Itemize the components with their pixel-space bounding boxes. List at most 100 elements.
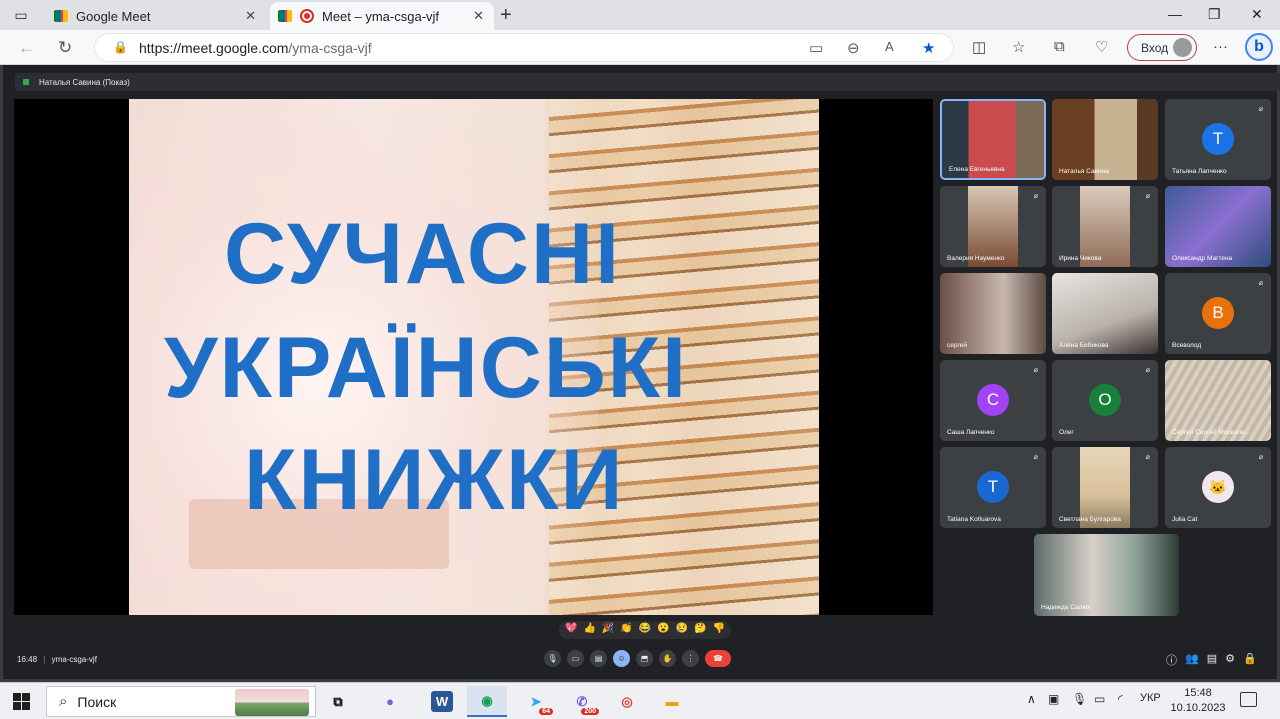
- lock-icon: 🔒: [113, 40, 128, 54]
- task-view-icon[interactable]: ⧉: [318, 686, 358, 717]
- camera-icon[interactable]: ▭: [567, 650, 584, 667]
- participant-tile[interactable]: ⌀ Олександр Магтена: [1165, 186, 1271, 267]
- participant-tile[interactable]: Елена Евгеньевна: [940, 99, 1046, 180]
- avatar: T: [1202, 123, 1234, 155]
- participant-tile[interactable]: ⌀ Светлана Булгарова: [1052, 447, 1158, 528]
- participant-tile[interactable]: ⌀ T Татьяна Лапченко: [1165, 99, 1271, 180]
- telegram-icon[interactable]: ➤ 64: [516, 686, 556, 717]
- present-screen-icon[interactable]: ⬒: [636, 650, 653, 667]
- host-controls-icon[interactable]: 🔒: [1243, 652, 1257, 668]
- participant-tile[interactable]: ⌀ 🐱 Julia Cat: [1165, 447, 1271, 528]
- tab-meet-active[interactable]: Meet – yma-csga-vjf ✕: [270, 2, 494, 30]
- emoji-reactions-icon[interactable]: ☺: [613, 650, 630, 667]
- cat-avatar-icon: 🐱: [1202, 471, 1234, 503]
- word-icon[interactable]: W: [422, 686, 462, 717]
- raise-hand-icon[interactable]: ✋: [659, 650, 676, 667]
- participant-tile[interactable]: ⌀ Алёна Бибикова: [1052, 273, 1158, 354]
- tab-google-meet[interactable]: Google Meet ✕: [46, 2, 266, 30]
- google-meet-favicon-icon: [54, 10, 68, 22]
- microphone-tray-icon[interactable]: 🎙: [1072, 692, 1087, 706]
- slide-title-line-1: СУЧАСНІ: [224, 206, 621, 302]
- file-explorer-icon[interactable]: ▬: [652, 686, 692, 717]
- browser-essentials-icon[interactable]: ♡: [1095, 38, 1108, 56]
- avatar: B: [1202, 297, 1234, 329]
- system-clock[interactable]: 15:48 10.10.2023: [1168, 686, 1228, 716]
- microphone-icon[interactable]: 🎙: [544, 650, 561, 667]
- mic-off-icon: ⌀: [1145, 454, 1150, 461]
- profile-avatar-icon: [1173, 38, 1192, 57]
- search-highlight-image: [235, 689, 309, 716]
- language-indicator[interactable]: УКР: [1140, 692, 1161, 704]
- mic-off-icon: ⌀: [1033, 454, 1038, 461]
- chrome-icon[interactable]: ◎: [607, 686, 647, 717]
- slide-title-line-2: УКРАЇНСЬКІ: [164, 320, 689, 416]
- url-text[interactable]: https://meet.google.com/yma-csga-vjf: [139, 40, 372, 56]
- more-options-icon[interactable]: ⋮: [682, 650, 699, 667]
- collections-icon[interactable]: ⧉: [1054, 38, 1065, 55]
- participant-tile[interactable]: ⌀ Ирина Чикова: [1052, 186, 1158, 267]
- tab-title: Meet – yma-csga-vjf: [322, 8, 440, 24]
- split-screen-icon[interactable]: ◫: [972, 38, 986, 56]
- participant-tile[interactable]: ⌀ O Олег: [1052, 360, 1158, 441]
- windows-start-icon[interactable]: [13, 693, 30, 710]
- favorite-star-icon[interactable]: ★: [922, 39, 935, 57]
- reaction-heart[interactable]: 💖: [565, 623, 577, 637]
- participant-tile[interactable]: ⌀ T Tatiana Kotluarova: [940, 447, 1046, 528]
- participant-tile[interactable]: Надежда Салюк: [1034, 534, 1179, 616]
- taskbar-search[interactable]: ⌕ Поиск: [46, 686, 316, 717]
- close-window-icon[interactable]: ✕: [1251, 6, 1263, 23]
- participant-tile[interactable]: ⌀ сергей: [940, 273, 1046, 354]
- activities-icon[interactable]: ⚙: [1225, 652, 1235, 668]
- meeting-info: 16:48 | yma-csga-vjf: [17, 655, 97, 664]
- maximize-icon[interactable]: ❐: [1208, 6, 1221, 23]
- mic-off-icon: ⌀: [1145, 193, 1150, 200]
- participant-tile[interactable]: ⌀ B Всеволод: [1165, 273, 1271, 354]
- reaction-thinking[interactable]: 🤔: [694, 623, 706, 637]
- presenting-icon: [23, 79, 29, 85]
- reaction-thumbs-up[interactable]: 👍: [583, 623, 595, 637]
- battery-icon[interactable]: ▭: [1094, 692, 1105, 706]
- reaction-laugh[interactable]: 😂: [639, 623, 651, 637]
- participant-tile[interactable]: ⌀ Валерия Науменко: [940, 186, 1046, 267]
- more-options-icon[interactable]: ···: [1213, 38, 1228, 55]
- new-tab-icon[interactable]: +: [500, 4, 512, 27]
- info-icon[interactable]: ⓘ: [1166, 652, 1177, 668]
- reaction-clap[interactable]: 👏: [620, 623, 632, 637]
- reaction-party[interactable]: 🎉: [602, 623, 614, 637]
- close-tab-icon[interactable]: ✕: [245, 8, 256, 24]
- reload-icon[interactable]: ↻: [58, 38, 72, 58]
- chat-icon[interactable]: ▤: [1207, 652, 1217, 668]
- show-hidden-icons[interactable]: ∧: [1027, 692, 1036, 706]
- reaction-sad[interactable]: 😢: [676, 623, 688, 637]
- viber-icon[interactable]: ✆ 200: [562, 686, 602, 717]
- network-drive-icon[interactable]: ▣: [1048, 692, 1059, 706]
- mic-off-icon: ⌀: [1145, 367, 1150, 374]
- mic-off-icon: ⌀: [1033, 367, 1038, 374]
- zoom-icon[interactable]: ⊖: [847, 39, 860, 57]
- google-meet-favicon-icon: [278, 10, 292, 22]
- wifi-icon[interactable]: ◜: [1118, 692, 1123, 706]
- participant-tile[interactable]: ⌀ Сергей Сергей Москале...: [1165, 360, 1271, 441]
- people-icon[interactable]: 👥: [1185, 652, 1199, 668]
- avatar: O: [1089, 384, 1121, 416]
- participant-tile[interactable]: Наталья Савина: [1052, 99, 1158, 180]
- bing-copilot-icon[interactable]: b: [1245, 33, 1273, 61]
- login-button[interactable]: Вход: [1127, 34, 1197, 61]
- participant-tile[interactable]: ⌀ C Саша Лапченко: [940, 360, 1046, 441]
- close-tab-icon[interactable]: ✕: [473, 8, 484, 24]
- edge-browser-icon[interactable]: ◉: [467, 686, 507, 717]
- address-bar[interactable]: 🔒 https://meet.google.com/yma-csga-vjf ▭…: [94, 33, 954, 62]
- captions-icon[interactable]: ▤: [590, 650, 607, 667]
- back-icon[interactable]: ←: [18, 38, 35, 58]
- read-aloud-icon[interactable]: A: [885, 39, 894, 54]
- minimize-icon[interactable]: —: [1168, 6, 1182, 22]
- reaction-surprised[interactable]: 😮: [657, 623, 669, 637]
- end-call-icon[interactable]: ☎: [705, 650, 731, 667]
- tab-actions-icon[interactable]: ▭: [8, 5, 34, 25]
- slide-title-line-3: КНИЖКИ: [244, 432, 625, 528]
- camera-icon[interactable]: ▭: [809, 39, 823, 57]
- reaction-thumbs-down[interactable]: 👎: [713, 623, 725, 637]
- notifications-icon[interactable]: [1240, 692, 1257, 707]
- alice-assistant-icon[interactable]: ●: [370, 686, 410, 717]
- favorites-icon[interactable]: ☆: [1012, 38, 1025, 56]
